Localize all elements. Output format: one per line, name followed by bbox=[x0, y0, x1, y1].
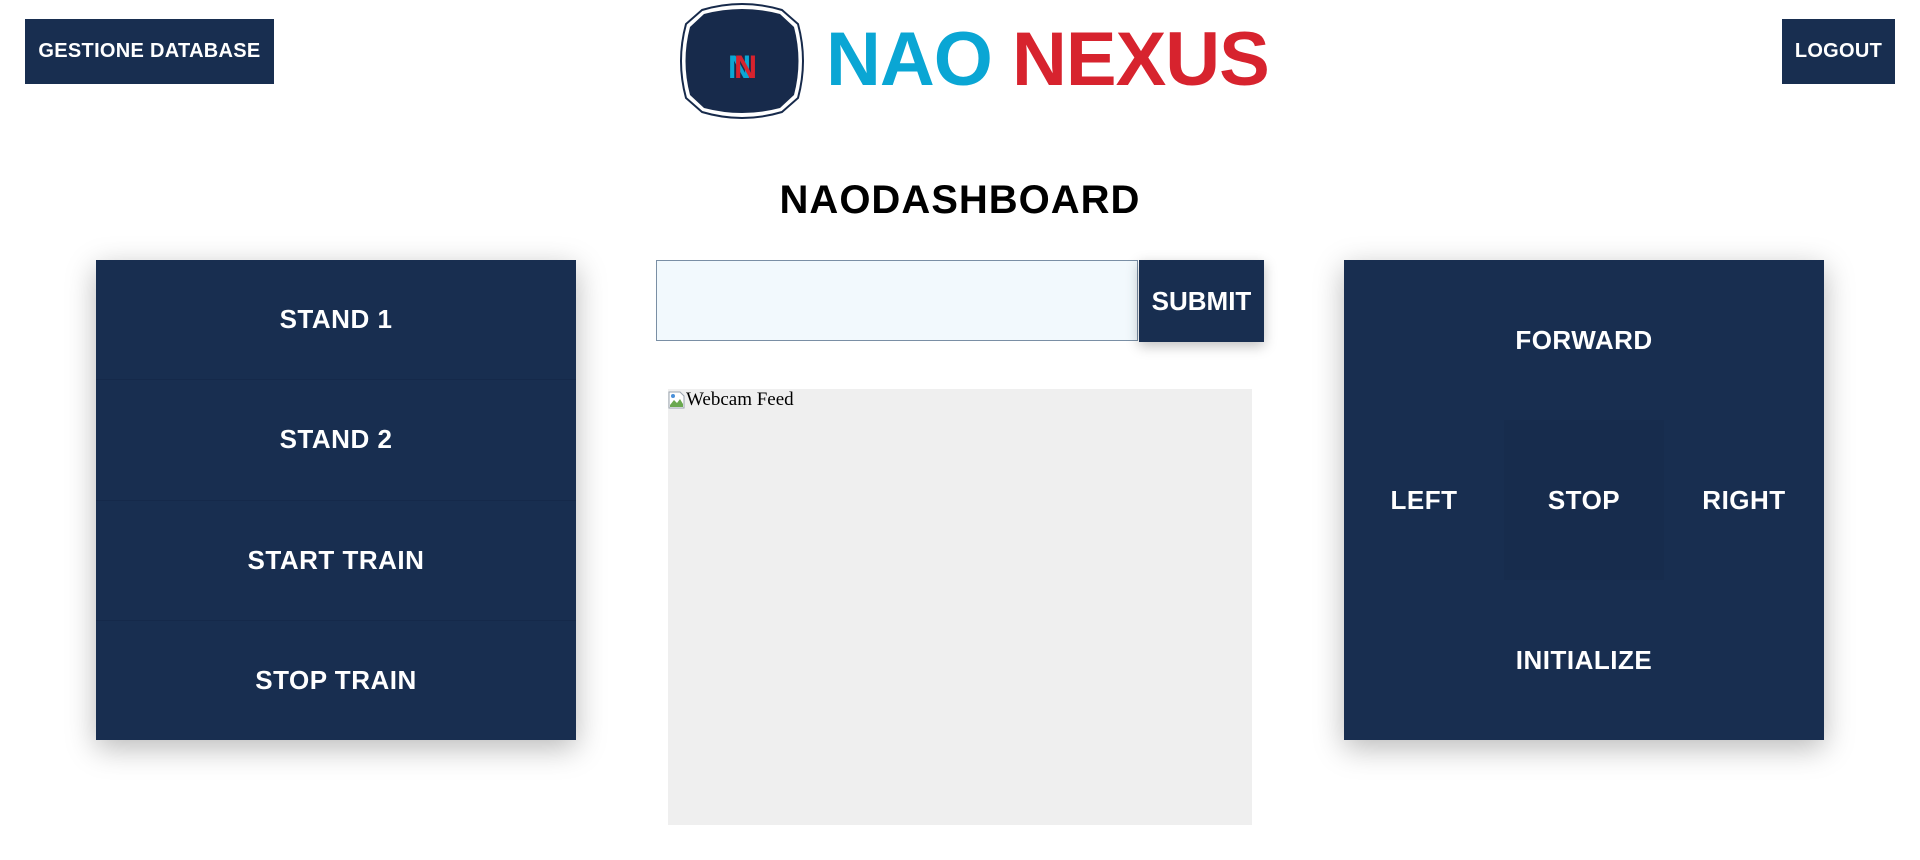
stand-2-button[interactable]: STAND 2 bbox=[96, 380, 576, 501]
webcam-feed: Webcam Feed bbox=[668, 389, 1252, 825]
stop-button[interactable]: STOP bbox=[1504, 420, 1664, 580]
submit-button[interactable]: SUBMIT bbox=[1139, 260, 1264, 342]
svg-text:N: N bbox=[734, 49, 757, 85]
webcam-alt-text: Webcam Feed bbox=[686, 389, 794, 410]
command-form: SUBMIT bbox=[656, 260, 1264, 343]
page-title: NAODASHBOARD bbox=[779, 178, 1141, 222]
left-button[interactable]: LEFT bbox=[1344, 420, 1504, 580]
stand-1-button[interactable]: STAND 1 bbox=[96, 260, 576, 381]
posture-panel: STAND 1 STAND 2 START TRAIN STOP TRAIN bbox=[96, 260, 576, 740]
right-button[interactable]: RIGHT bbox=[1664, 420, 1824, 580]
webcam-alt: Webcam Feed bbox=[668, 389, 794, 411]
stop-train-button[interactable]: STOP TRAIN bbox=[96, 621, 576, 740]
gestione-database-button[interactable]: GESTIONE DATABASE bbox=[25, 19, 274, 84]
broken-image-icon bbox=[668, 391, 685, 409]
initialize-button[interactable]: INITIALIZE bbox=[1344, 580, 1824, 740]
logo-word-nexus: NEXUS bbox=[1012, 17, 1270, 102]
logo: N N NAO NEXUS bbox=[672, 2, 1270, 124]
start-train-button[interactable]: START TRAIN bbox=[96, 501, 576, 621]
movement-panel: FORWARD LEFT STOP RIGHT INITIALIZE bbox=[1344, 260, 1824, 740]
forward-button[interactable]: FORWARD bbox=[1344, 260, 1824, 420]
logout-button[interactable]: LOGOUT bbox=[1782, 19, 1895, 84]
dashboard-page: GESTIONE DATABASE N N NAO NEXUS LOGOUT N… bbox=[0, 0, 1920, 860]
logo-word-nao: NAO bbox=[826, 17, 993, 102]
command-input[interactable] bbox=[656, 260, 1138, 341]
logo-badge-icon: N N bbox=[680, 3, 804, 119]
logo-text: NAO NEXUS bbox=[826, 10, 1270, 110]
